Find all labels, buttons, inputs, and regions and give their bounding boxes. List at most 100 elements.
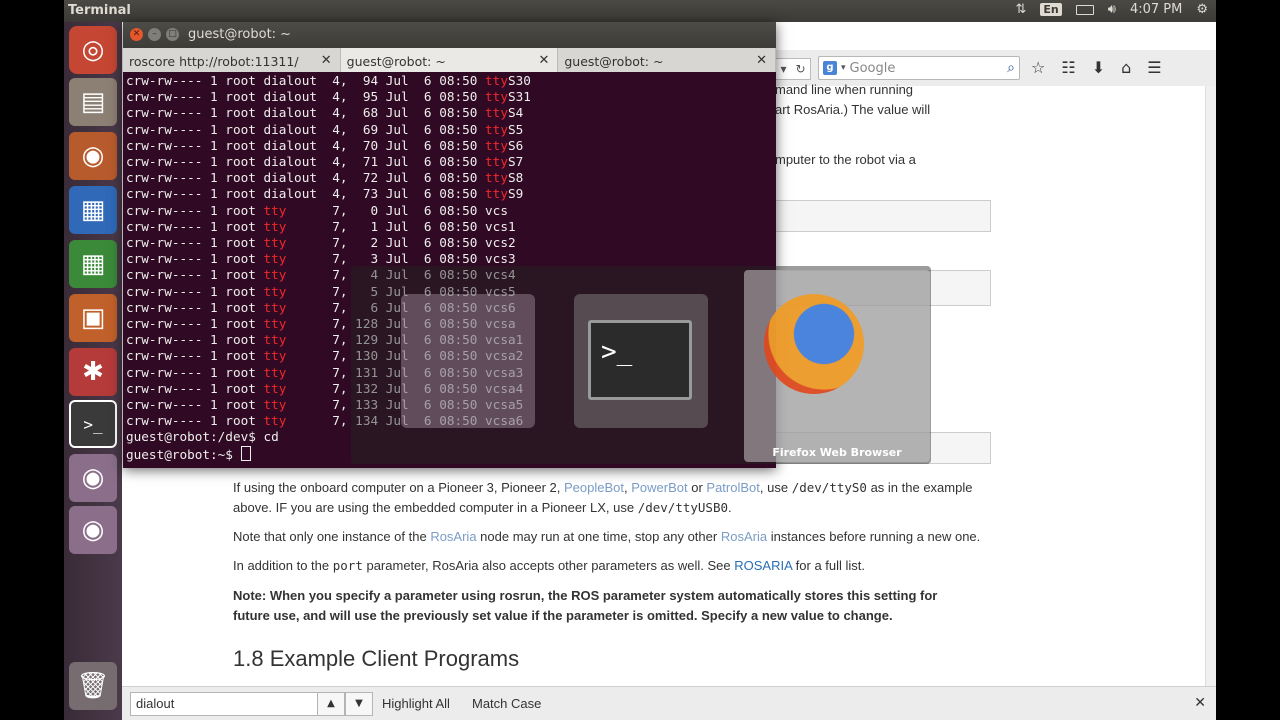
note-line: Note: When you specify a parameter using…: [233, 588, 938, 603]
bookmark-star-icon[interactable]: ☆: [1031, 58, 1045, 77]
text: In addition to the: [233, 558, 333, 573]
text: above. IF you are using the embedded com…: [233, 500, 638, 515]
close-icon[interactable]: ✕: [130, 28, 143, 41]
rosaria-link[interactable]: RosAria: [721, 529, 767, 544]
ubuntu-dash-icon[interactable]: ◎: [69, 26, 117, 74]
line-device-prefix: tty: [485, 137, 508, 153]
close-tab-icon[interactable]: ✕: [321, 53, 332, 68]
line-group: tty: [263, 267, 317, 283]
app-switcher: >_ Firefox Web Browser: [351, 266, 931, 464]
search-box[interactable]: g ▾ Google ⌕: [818, 56, 1020, 80]
line-info: 7, 3 Jul 6 08:50: [316, 251, 486, 267]
search-engine-dropdown-icon[interactable]: ▾: [841, 63, 846, 73]
maximize-icon[interactable]: □: [166, 28, 179, 41]
text: for a full list.: [792, 558, 866, 573]
find-input[interactable]: dialout: [130, 692, 319, 716]
terminal-tab-guest[interactable]: guest@robot: ~ ✕: [340, 48, 559, 72]
terminal-line: crw-rw---- 1 root dialout 4, 94 Jul 6 08…: [126, 73, 771, 89]
minimize-icon[interactable]: –: [148, 28, 161, 41]
line-perm: crw-rw---- 1 root: [126, 380, 264, 396]
terminal-line: crw-rw---- 1 root dialout 4, 73 Jul 6 08…: [126, 186, 771, 202]
menu-icon[interactable]: ☰: [1147, 58, 1161, 77]
terminal-tab-roscore[interactable]: roscore http://robot:11311/ ✕: [123, 48, 341, 72]
trash-icon[interactable]: 🗑︎: [69, 662, 117, 710]
rosaria-docs-link[interactable]: ROSARIA: [734, 558, 792, 573]
settings-icon[interactable]: ✱: [69, 348, 117, 396]
text: parameter, RosAria also accepts other pa…: [362, 558, 735, 573]
line-perm: crw-rw---- 1 root: [126, 332, 264, 348]
close-tab-icon[interactable]: ✕: [756, 53, 767, 68]
tab-label: guest@robot: ~: [346, 54, 446, 69]
line-device: S31: [507, 89, 531, 105]
line-device: vcs3: [485, 251, 516, 267]
download-icon[interactable]: ⬇: [1092, 58, 1105, 77]
terminal-tab-guest-2[interactable]: guest@robot: ~ ✕: [558, 48, 777, 72]
gear-icon[interactable]: ⚙: [1196, 2, 1208, 17]
powerbot-link[interactable]: PowerBot: [631, 480, 687, 495]
bookmarks-list-icon[interactable]: ☷: [1061, 58, 1075, 77]
line-device: vcs2: [485, 235, 516, 251]
text: If using the onboard computer on a Pione…: [233, 480, 564, 495]
line-device: S8: [507, 170, 524, 186]
volume-icon[interactable]: 🔊︎: [1108, 2, 1116, 17]
line-perm: crw-rw---- 1 root: [126, 121, 264, 137]
line-info: 7, 1 Jul 6 08:50: [316, 218, 486, 234]
line-info: 4, 72 Jul 6 08:50: [316, 170, 486, 186]
page-scrollbar[interactable]: [1205, 86, 1216, 686]
line-perm: crw-rw---- 1 root: [126, 413, 264, 429]
search-icon[interactable]: ⌕: [1007, 60, 1015, 76]
dvd-icon[interactable]: ◉: [69, 506, 117, 554]
switcher-item-nautilus[interactable]: [401, 294, 535, 428]
switcher-item-terminal[interactable]: >_: [574, 294, 708, 428]
line-perm: crw-rw---- 1 root: [126, 283, 264, 299]
line-info: 7, 2 Jul 6 08:50: [316, 235, 486, 251]
terminal-line: crw-rw---- 1 root dialout 4, 70 Jul 6 08…: [126, 138, 771, 154]
line-group: dialout: [263, 186, 317, 202]
terminal-icon[interactable]: >_: [69, 400, 117, 448]
clock[interactable]: 4:07 PM: [1130, 2, 1182, 17]
line-group: tty: [263, 332, 317, 348]
find-previous-button[interactable]: ▲: [317, 692, 345, 716]
line-device: S7: [507, 154, 524, 170]
line-device: S5: [507, 121, 524, 137]
patrolbot-link[interactable]: PatrolBot: [706, 480, 759, 495]
line-perm: crw-rw---- 1 root: [126, 364, 264, 380]
calc-icon[interactable]: ▦: [69, 240, 117, 288]
keyboard-layout-indicator[interactable]: En: [1040, 3, 1062, 16]
network-icon[interactable]: ⇅: [1015, 2, 1026, 17]
line-info: 4, 94 Jul 6 08:50: [316, 73, 486, 88]
line-info: 4, 70 Jul 6 08:50: [316, 137, 486, 153]
peoplebot-link[interactable]: PeopleBot: [564, 480, 624, 495]
dvd-icon[interactable]: ◉: [69, 454, 117, 502]
line-perm: crw-rw---- 1 root: [126, 202, 264, 218]
terminal-line: crw-rw---- 1 root tty 7, 0 Jul 6 08:50 v…: [126, 203, 771, 219]
terminal-titlebar[interactable]: ✕ – □ guest@robot: ~: [123, 22, 776, 48]
chevron-down-icon: ▼: [355, 698, 363, 709]
switcher-item-firefox[interactable]: Firefox Web Browser: [744, 270, 930, 462]
writer-icon[interactable]: ▦: [69, 186, 117, 234]
match-case-button[interactable]: Match Case: [472, 696, 541, 711]
find-next-button[interactable]: ▼: [345, 692, 373, 716]
files-icon[interactable]: ▤: [69, 78, 117, 126]
highlight-all-button[interactable]: Highlight All: [382, 696, 450, 711]
line-info: 4, 69 Jul 6 08:50: [316, 121, 486, 137]
prompt-text: guest@robot:~$: [126, 446, 241, 462]
reload-button[interactable]: ▾ ↻: [776, 58, 811, 80]
line-group: dialout: [263, 89, 317, 105]
line-info: 4, 71 Jul 6 08:50: [316, 154, 486, 170]
line-device: S6: [507, 137, 524, 153]
section-heading: 1.8 Example Client Programs: [233, 646, 520, 671]
line-perm: crw-rw---- 1 root: [126, 105, 264, 121]
line-perm: crw-rw---- 1 root: [126, 348, 264, 364]
rosaria-link[interactable]: RosAria: [430, 529, 476, 544]
reload-icon: ↻: [795, 62, 806, 76]
battery-icon[interactable]: [1075, 4, 1094, 15]
close-tab-icon[interactable]: ✕: [538, 53, 549, 68]
impress-icon[interactable]: ▣: [69, 294, 117, 342]
code: /dev/ttyUSB0: [637, 500, 729, 515]
terminal-icon: >_: [588, 320, 692, 400]
close-findbar-icon[interactable]: ✕: [1194, 695, 1206, 711]
firefox-icon[interactable]: ◉: [69, 132, 117, 180]
terminal-line: crw-rw---- 1 root dialout 4, 68 Jul 6 08…: [126, 105, 771, 121]
home-icon[interactable]: ⌂: [1121, 58, 1131, 77]
